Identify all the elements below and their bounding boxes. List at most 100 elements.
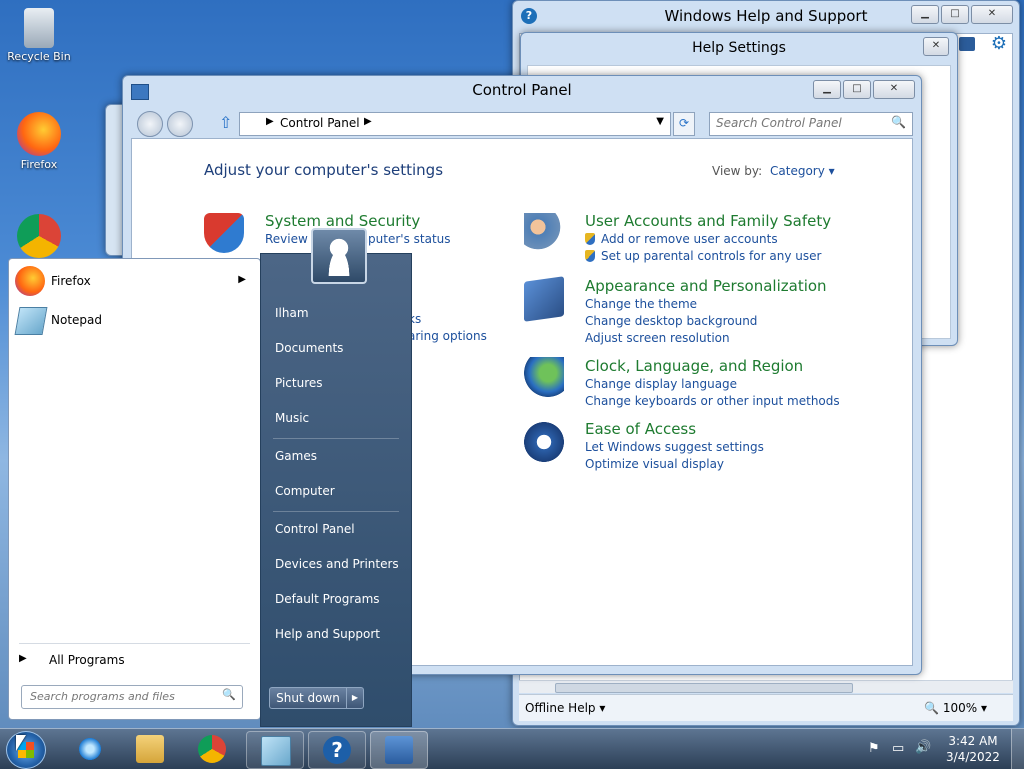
sm-item-games[interactable]: Games bbox=[275, 449, 317, 463]
horizontal-scrollbar[interactable] bbox=[519, 680, 1013, 693]
view-by-value: Category bbox=[770, 164, 825, 178]
clock-globe-icon bbox=[524, 357, 564, 397]
search-input[interactable]: Search Control Panel bbox=[716, 116, 842, 130]
close-button[interactable]: ✕ bbox=[873, 80, 915, 99]
window-controls: ▁ □ ✕ bbox=[911, 5, 1013, 24]
volume-icon[interactable]: 🔊 bbox=[915, 740, 931, 755]
refresh-button[interactable]: ⟳ bbox=[673, 112, 695, 136]
category-user-accounts[interactable]: User Accounts and Family Safety bbox=[585, 212, 831, 230]
back-button[interactable] bbox=[137, 111, 163, 137]
program-label: Firefox bbox=[51, 274, 91, 288]
zoom-control[interactable]: 🔍 100% ▾ bbox=[924, 701, 987, 715]
shield-icon bbox=[204, 213, 244, 253]
program-item-firefox[interactable]: Firefox ▶ bbox=[11, 263, 256, 299]
category-appearance[interactable]: Appearance and Personalization bbox=[585, 277, 827, 295]
internet-explorer-icon bbox=[76, 735, 104, 763]
taskbar-file-explorer[interactable] bbox=[122, 731, 178, 767]
taskbar: ? ⚑ ▭ 🔊 3:42 AM 3/4/2022 bbox=[0, 728, 1024, 769]
program-item-notepad[interactable]: Notepad bbox=[11, 303, 256, 339]
action-center-flag-icon[interactable]: ⚑ bbox=[868, 741, 880, 756]
maximize-button[interactable]: □ bbox=[843, 80, 871, 99]
firefox-icon bbox=[17, 112, 61, 156]
clock[interactable]: 3:42 AM 3/4/2022 bbox=[940, 733, 1006, 765]
category-clock-region[interactable]: Clock, Language, and Region bbox=[585, 357, 803, 375]
print-icon[interactable] bbox=[959, 37, 975, 51]
sm-item-music[interactable]: Music bbox=[275, 411, 309, 425]
sm-item-user[interactable]: Ilham bbox=[275, 306, 309, 320]
minimize-button[interactable]: ▁ bbox=[911, 5, 939, 24]
options-gear-icon[interactable]: ⚙ bbox=[991, 35, 1007, 53]
link-display-language[interactable]: Change display language bbox=[585, 377, 737, 391]
uac-shield-icon bbox=[585, 233, 595, 245]
close-button[interactable]: ✕ bbox=[971, 5, 1013, 24]
forward-button[interactable] bbox=[167, 111, 193, 137]
taskbar-internet-explorer[interactable] bbox=[62, 731, 118, 767]
network-icon[interactable]: ▭ bbox=[892, 741, 904, 756]
start-search-box[interactable]: Search programs and files 🔍 bbox=[21, 685, 243, 709]
ease-of-access-icon bbox=[524, 422, 564, 462]
desktop-icon-chrome[interactable] bbox=[4, 214, 74, 260]
sm-item-default-programs[interactable]: Default Programs bbox=[275, 592, 380, 606]
taskbar-chrome[interactable] bbox=[184, 731, 240, 767]
offline-help-dropdown[interactable]: Offline Help ▾ bbox=[525, 701, 605, 715]
help-icon: ? bbox=[323, 736, 351, 764]
recycle-bin-icon bbox=[24, 8, 54, 48]
window-title: Control Panel bbox=[472, 81, 572, 99]
sm-item-computer[interactable]: Computer bbox=[275, 484, 335, 498]
user-avatar[interactable] bbox=[311, 228, 367, 284]
zoom-icon: 🔍 bbox=[924, 701, 940, 715]
sm-item-control-panel[interactable]: Control Panel bbox=[275, 522, 355, 536]
link-visual-display[interactable]: Optimize visual display bbox=[585, 457, 724, 471]
category-ease-of-access[interactable]: Ease of Access bbox=[585, 420, 696, 438]
desktop-icon-recycle-bin[interactable]: Recycle Bin bbox=[4, 8, 74, 63]
link-add-remove-users[interactable]: Add or remove user accounts bbox=[601, 232, 778, 246]
desktop-icon-firefox[interactable]: Firefox bbox=[4, 112, 74, 171]
uac-shield-icon bbox=[585, 250, 595, 262]
shutdown-options-button[interactable]: ▶ bbox=[346, 687, 364, 709]
submenu-arrow-icon[interactable]: ▶ bbox=[238, 274, 246, 285]
link-suggest-settings[interactable]: Let Windows suggest settings bbox=[585, 440, 764, 454]
search-icon: 🔍 bbox=[222, 688, 236, 701]
zoom-level: 100% bbox=[942, 701, 978, 715]
taskbar-control-panel[interactable] bbox=[370, 731, 428, 769]
breadcrumb[interactable]: Control Panel bbox=[280, 116, 360, 130]
page-title: Adjust your computer's settings bbox=[204, 161, 444, 179]
link-keyboards[interactable]: Change keyboards or other input methods bbox=[585, 394, 840, 408]
offline-help-label: Offline Help bbox=[525, 701, 596, 715]
notepad-icon bbox=[14, 307, 48, 335]
search-box[interactable]: Search Control Panel 🔍 bbox=[709, 112, 913, 136]
link-screen-resolution[interactable]: Adjust screen resolution bbox=[585, 331, 730, 345]
show-desktop-button[interactable] bbox=[1011, 729, 1024, 769]
link-parental-controls[interactable]: Set up parental controls for any user bbox=[601, 249, 821, 263]
search-icon: 🔍 bbox=[891, 115, 906, 129]
taskbar-notepad[interactable] bbox=[246, 731, 304, 769]
breadcrumb-chevron-icon[interactable]: ▶ bbox=[364, 116, 372, 127]
partial-link[interactable]: aring options bbox=[408, 329, 487, 343]
firefox-icon bbox=[15, 266, 45, 296]
sm-item-help-support[interactable]: Help and Support bbox=[275, 627, 380, 641]
all-programs-arrow-icon: ▶ bbox=[19, 653, 27, 664]
link-change-theme[interactable]: Change the theme bbox=[585, 297, 697, 311]
user-accounts-icon bbox=[524, 213, 564, 253]
scrollbar-thumb[interactable] bbox=[555, 683, 853, 693]
dialog-controls: ✕ bbox=[923, 37, 949, 56]
all-programs[interactable]: ▶ All Programs bbox=[17, 651, 252, 671]
maximize-button[interactable]: □ bbox=[941, 5, 969, 24]
view-by-dropdown[interactable]: Category ▾ bbox=[770, 164, 835, 178]
link-desktop-background[interactable]: Change desktop background bbox=[585, 314, 757, 328]
appearance-icon bbox=[524, 276, 564, 322]
shutdown-button[interactable]: Shut down bbox=[269, 687, 347, 709]
sm-item-documents[interactable]: Documents bbox=[275, 341, 343, 355]
sm-item-devices-printers[interactable]: Devices and Printers bbox=[275, 557, 399, 571]
address-bar[interactable]: ▶ Control Panel ▶ ▼ bbox=[239, 112, 671, 136]
start-button[interactable] bbox=[6, 731, 46, 769]
dialog-close-button[interactable]: ✕ bbox=[923, 37, 949, 56]
sm-item-pictures[interactable]: Pictures bbox=[275, 376, 323, 390]
minimize-button[interactable]: ▁ bbox=[813, 80, 841, 99]
up-arrow-icon[interactable]: ⇧ bbox=[219, 113, 232, 132]
taskbar-help-support[interactable]: ? bbox=[308, 731, 366, 769]
address-dropdown-icon[interactable]: ▼ bbox=[656, 116, 664, 127]
start-search-input[interactable]: Search programs and files bbox=[30, 690, 175, 703]
folder-icon bbox=[136, 735, 164, 763]
dialog-title: Help Settings bbox=[692, 40, 786, 56]
